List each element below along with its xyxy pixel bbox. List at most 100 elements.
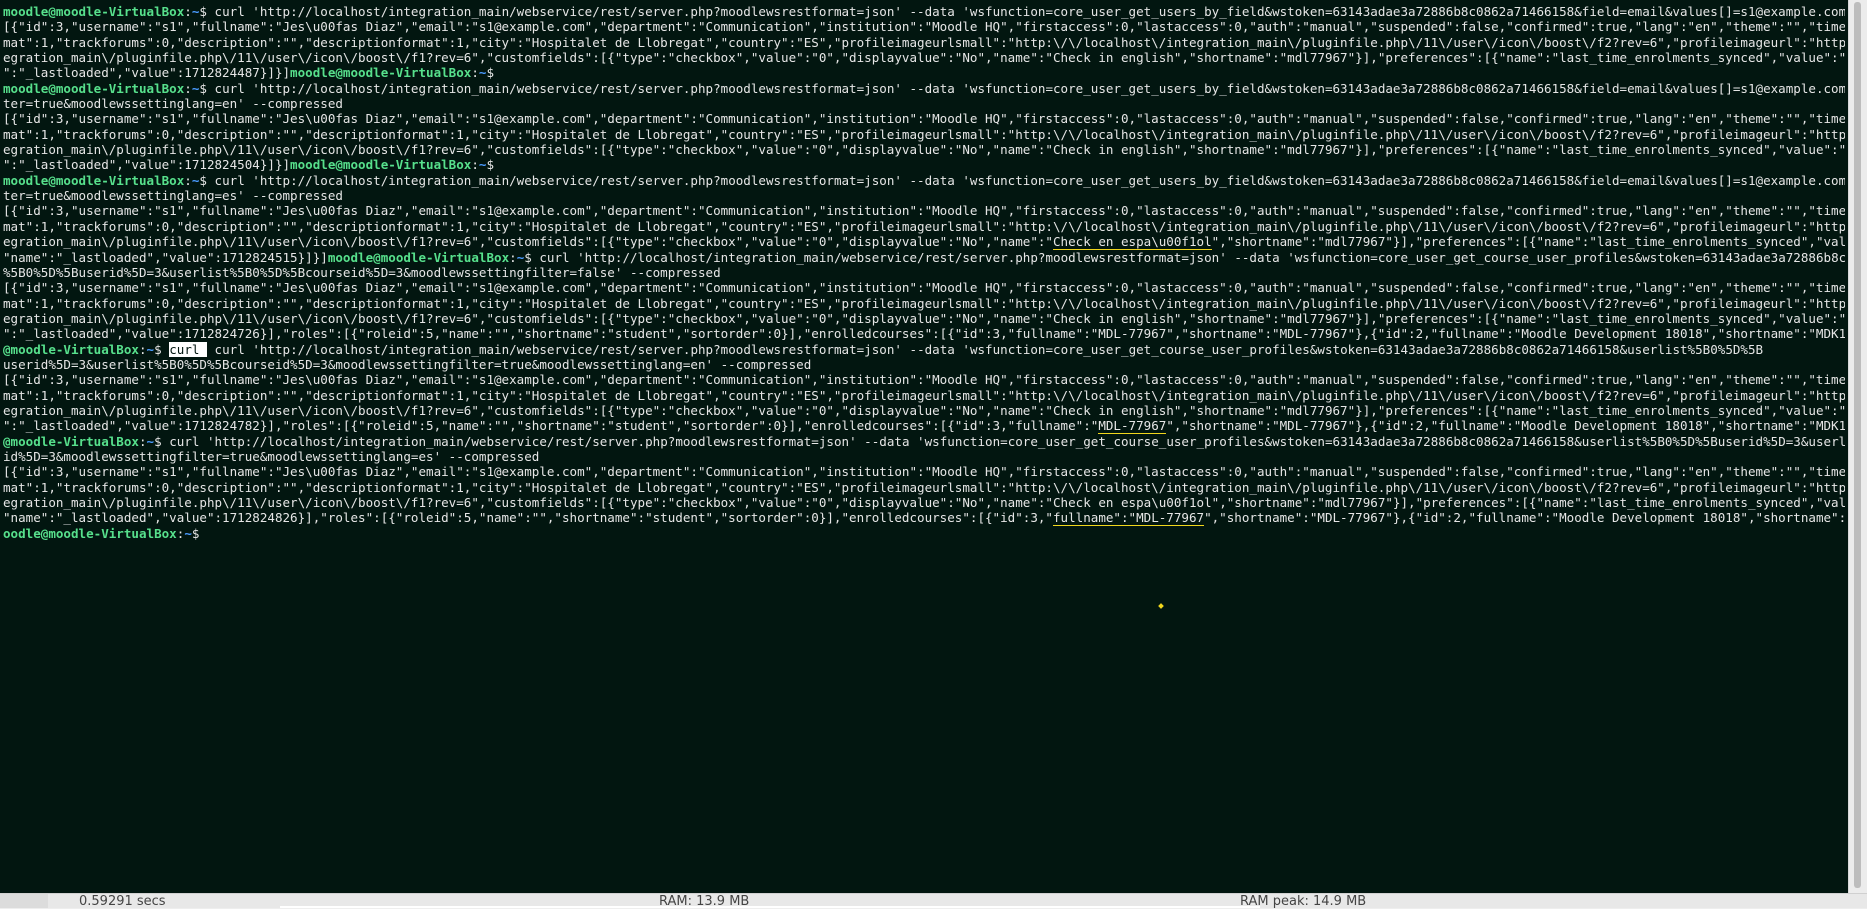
output-text: ","shortname":"mdl77967"}],"preferences"…	[1173, 50, 1845, 66]
terminal-line: "name":"_lastloaded","value":1712824826}…	[3, 510, 1845, 526]
terminal-line: oodle@moodle-VirtualBox:~$	[3, 526, 1845, 541]
prompt-user: moodle@moodle-VirtualBox	[290, 157, 472, 173]
output-text: egration_main\/pluginfile.php\/11\/user\…	[3, 142, 1053, 158]
terminal-line: mat":1,"trackforums":0,"description":"",…	[3, 35, 1845, 50]
output-text: egration_main\/pluginfile.php\/11\/user\…	[3, 310, 1053, 326]
output-text: ":"_lastloaded","value":1712824487}]}]	[3, 65, 291, 81]
output-text: mat":1,"trackforums":0,"description":"",…	[3, 295, 1845, 311]
terminal-line: egration_main\/pluginfile.php\/11\/user\…	[3, 495, 1845, 511]
terminal-line: mat":1,"trackforums":0,"description":"",…	[3, 296, 1845, 311]
prompt-user: @moodle-VirtualBox	[3, 433, 139, 449]
output-text: ","shortname":"mdl77967"}],"preferences"…	[1211, 234, 1845, 250]
terminal-line: "name":"_lastloaded","value":1712824515}…	[3, 250, 1845, 265]
output-text: :	[138, 433, 147, 449]
output-text: $ curl 'http://localhost/integration_mai…	[524, 249, 1845, 265]
output-text: [{"id":3,"username":"s1","fullname":"Jes…	[3, 280, 1845, 296]
status-time: 0.59291 secs	[79, 894, 166, 909]
prompt-user: moodle@moodle-VirtualBox	[3, 4, 185, 19]
terminal-line: @moodle-VirtualBox:~$ curl 'http://local…	[3, 434, 1845, 449]
output-text: "name":"_lastloaded","value":1712824826}…	[3, 510, 1053, 526]
output-text: [{"id":3,"username":"s1","fullname":"Jes…	[3, 19, 1845, 35]
highlighted-text: MDL-77967	[1098, 418, 1167, 434]
scrollbar-thumb[interactable]	[1854, 2, 1861, 888]
status-bar-edge	[0, 894, 48, 908]
output-text: ","shortname":"MDL-77967"},{"id":2,"full…	[1166, 418, 1845, 434]
highlighted-text: Check in english	[1053, 310, 1174, 327]
terminal-output[interactable]: moodle@moodle-VirtualBox:~$ curl 'http:/…	[3, 4, 1845, 541]
output-text: curl 'http://localhost/integration_main/…	[207, 341, 1764, 357]
highlighted-text: Check in english	[1053, 142, 1174, 158]
output-text: egration_main\/pluginfile.php\/11\/user\…	[3, 50, 1053, 66]
output-text: mat":1,"trackforums":0,"description":"",…	[3, 218, 1845, 234]
output-text: $	[486, 157, 495, 173]
prompt-path: ~	[146, 433, 155, 449]
terminal-line: ter=true&moodlewssettinglang=en' --compr…	[3, 96, 1845, 111]
terminal-line: egration_main\/pluginfile.php\/11\/user\…	[3, 234, 1845, 250]
terminal-line: moodle@moodle-VirtualBox:~$ curl 'http:/…	[3, 81, 1845, 96]
highlighted-text: Check en espa\u00f1ol	[1053, 495, 1212, 511]
terminal-window[interactable]: moodle@moodle-VirtualBox:~$ curl 'http:/…	[0, 0, 1848, 893]
prompt-path: ~	[184, 525, 192, 541]
terminal-line: ter=true&moodlewssettinglang=es' --compr…	[3, 188, 1845, 203]
prompt-user: moodle@moodle-VirtualBox	[3, 80, 185, 96]
output-text: :	[471, 157, 479, 173]
output-text: $ curl 'http://localhost/integration_mai…	[199, 80, 1845, 96]
prompt-path: ~	[146, 341, 155, 357]
terminal-scrollbar[interactable]	[1848, 0, 1867, 893]
output-text: :	[184, 172, 192, 188]
output-text: ","shortname":"mdl77967"}],"preferences"…	[1173, 310, 1845, 326]
prompt-user: moodle@moodle-VirtualBox	[327, 249, 510, 265]
terminal-line: moodle@moodle-VirtualBox:~$ curl 'http:/…	[3, 4, 1845, 19]
terminal-line: moodle@moodle-VirtualBox:~$ curl 'http:/…	[3, 173, 1845, 188]
terminal-line: mat":1,"trackforums":0,"description":"",…	[3, 388, 1845, 403]
terminal-line: ":"_lastloaded","value":1712824782}],"ro…	[3, 418, 1845, 434]
output-text: $ curl 'http://localhost/integration_mai…	[199, 4, 1845, 19]
output-text: :	[184, 4, 192, 19]
output-text: $ curl 'http://localhost/integration_mai…	[199, 172, 1845, 188]
output-text: ","shortname":"mdl77967"}],"preferences"…	[1211, 495, 1845, 510]
output-text: [{"id":3,"username":"s1","fullname":"Jes…	[3, 372, 1845, 388]
output-text: egration_main\/pluginfile.php\/11\/user\…	[3, 495, 1053, 510]
terminal-line: [{"id":3,"username":"s1","fullname":"Jes…	[3, 203, 1845, 218]
output-text: ter=true&moodlewssettinglang=en' --compr…	[3, 96, 343, 112]
output-text: [{"id":3,"username":"s1","fullname":"Jes…	[3, 203, 1845, 219]
status-ram-peak: RAM peak: 14.9 MB	[1240, 894, 1367, 909]
prompt-user: @moodle-VirtualBox	[3, 341, 139, 357]
terminal-line: [{"id":3,"username":"s1","fullname":"Jes…	[3, 464, 1845, 479]
output-text: "name":"_lastloaded","value":1712824515}…	[3, 249, 328, 265]
terminal-line: egration_main\/pluginfile.php\/11\/user\…	[3, 142, 1845, 158]
output-text: %5B0%5D%5Buserid%5D=3&userlist%5B0%5D%5B…	[3, 264, 721, 280]
highlighted-text: Check in english	[1053, 50, 1174, 66]
output-text: ":"_lastloaded","value":1712824726}],"ro…	[3, 326, 1845, 342]
terminal-line: userid%5D=3&userlist%5B0%5D%5Bcourseid%5…	[3, 357, 1845, 372]
output-text: mat":1,"trackforums":0,"description":"",…	[3, 479, 1845, 495]
output-text: :	[471, 65, 479, 81]
terminal-line: id%5D=3&moodlewssettingfilter=true&moodl…	[3, 449, 1845, 464]
highlighted-text: Check en espa\u00f1ol	[1053, 234, 1212, 250]
terminal-line: ":"_lastloaded","value":1712824504}]}]mo…	[3, 157, 1845, 172]
highlighted-text: Check in english	[1053, 402, 1174, 419]
output-text: [{"id":3,"username":"s1","fullname":"Jes…	[3, 111, 1845, 127]
output-text: $	[191, 525, 200, 541]
output-text: :	[509, 249, 517, 265]
prompt-user: moodle@moodle-VirtualBox	[3, 172, 185, 188]
output-text: egration_main\/pluginfile.php\/11\/user\…	[3, 402, 1053, 418]
output-text: $ curl 'http://localhost/integration_mai…	[154, 433, 1845, 449]
terminal-line: [{"id":3,"username":"s1","fullname":"Jes…	[3, 19, 1845, 34]
terminal-line: mat":1,"trackforums":0,"description":"",…	[3, 219, 1845, 234]
output-text: ","shortname":"mdl77967"}],"preferences"…	[1173, 142, 1845, 158]
terminal-line: egration_main\/pluginfile.php\/11\/user\…	[3, 50, 1845, 66]
output-text: :	[184, 80, 192, 96]
terminal-line: %5B0%5D%5Buserid%5D=3&userlist%5B0%5D%5B…	[3, 265, 1845, 280]
prompt-user: moodle@moodle-VirtualBox	[290, 65, 472, 81]
terminal-line: [{"id":3,"username":"s1","fullname":"Jes…	[3, 111, 1845, 126]
output-text: ":"_lastloaded","value":1712824504}]}]	[3, 157, 291, 173]
output-text: mat":1,"trackforums":0,"description":"",…	[3, 34, 1845, 50]
terminal-line: egration_main\/pluginfile.php\/11\/user\…	[3, 310, 1845, 327]
terminal-line: ":"_lastloaded","value":1712824487}]}]mo…	[3, 65, 1845, 80]
output-text: [{"id":3,"username":"s1","fullname":"Jes…	[3, 464, 1845, 480]
output-text: ","shortname":"MDL-77967"},{"id":2,"full…	[1204, 510, 1845, 526]
terminal-line: mat":1,"trackforums":0,"description":"",…	[3, 127, 1845, 142]
status-bar: 0.59291 secs RAM: 13.9 MB RAM peak: 14.9…	[0, 893, 1867, 908]
terminal-line: [{"id":3,"username":"s1","fullname":"Jes…	[3, 280, 1845, 295]
